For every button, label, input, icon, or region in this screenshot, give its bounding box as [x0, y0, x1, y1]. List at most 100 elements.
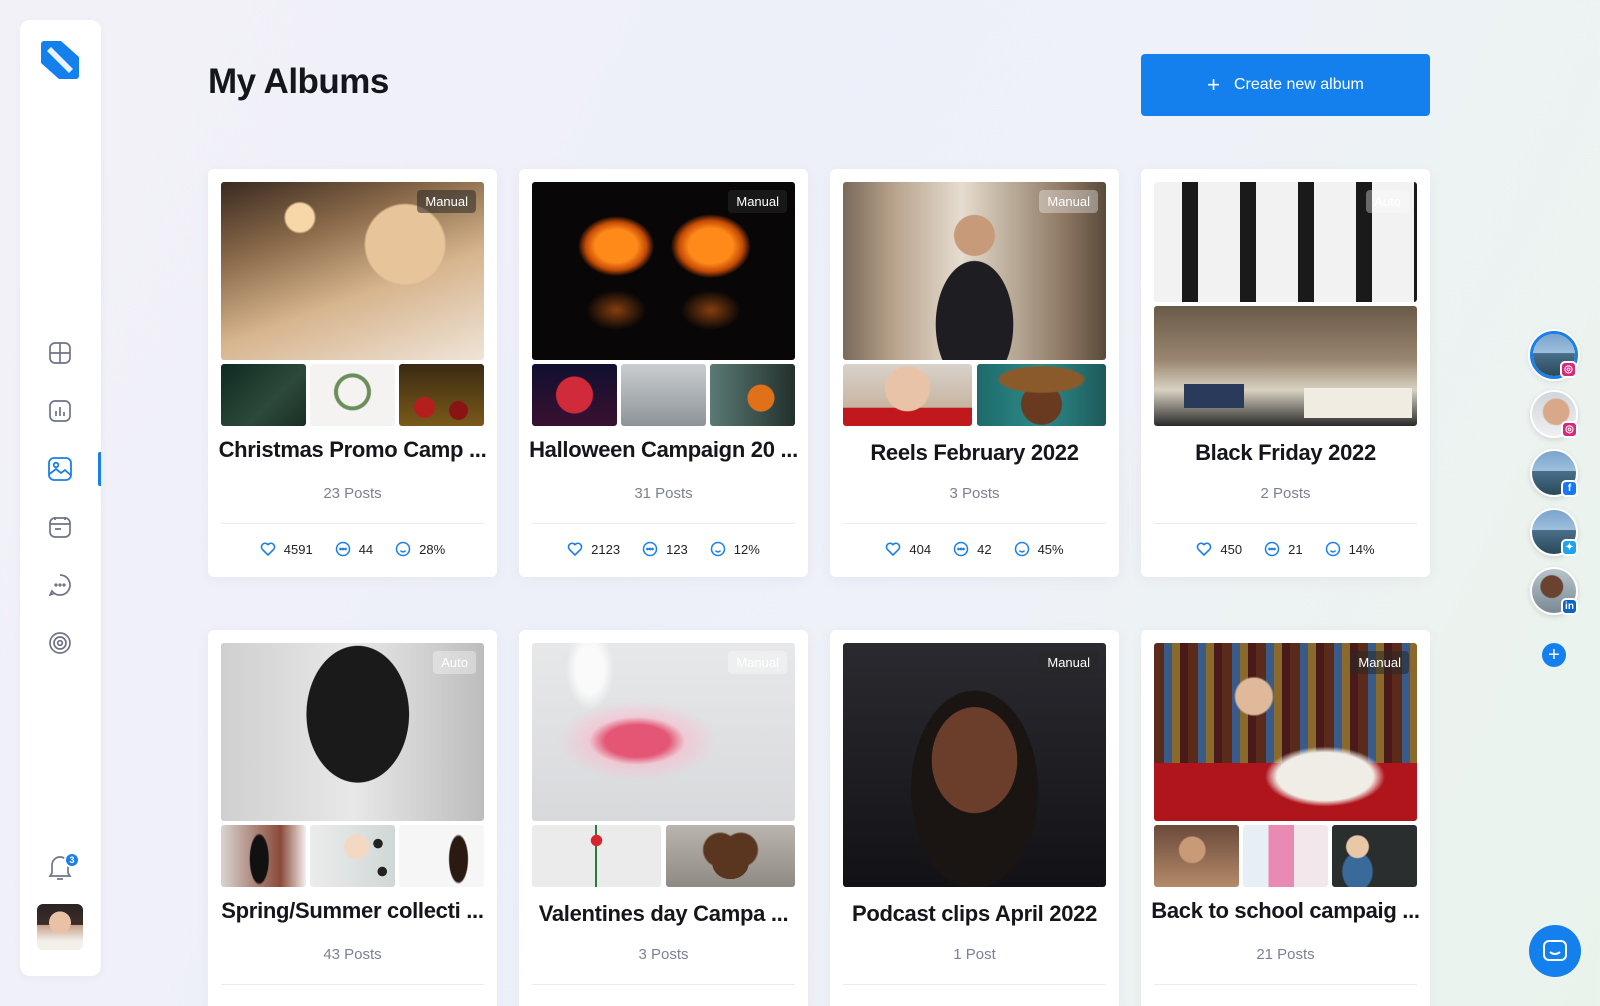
album-card[interactable]: Manual Podcast clips April 2022 1 Post — [830, 630, 1119, 1006]
album-card[interactable]: Manual Halloween Campaign 20 ... 31 Post… — [519, 169, 808, 577]
album-card[interactable]: Manual Valentines day Campa ... 3 Posts — [519, 630, 808, 1006]
smile-icon — [1325, 541, 1340, 557]
album-mode-badge: Manual — [728, 190, 787, 213]
divider — [221, 523, 484, 524]
create-album-label: Create new album — [1234, 76, 1364, 93]
record-sleeve — [1304, 388, 1412, 418]
album-thumb — [843, 364, 972, 426]
heart-icon — [886, 542, 901, 557]
nav-dashboard[interactable] — [46, 339, 74, 367]
twitter-icon: ✦ — [1561, 539, 1578, 556]
comment-icon — [642, 541, 658, 557]
album-mode-badge: Manual — [417, 190, 476, 213]
engagement-stat: 14% — [1325, 541, 1375, 557]
album-thumb — [221, 364, 306, 426]
album-card[interactable]: Manual Christmas Promo Camp ... 23 Posts… — [208, 169, 497, 577]
nav-targets[interactable] — [46, 629, 74, 657]
divider — [532, 523, 795, 524]
sidebar: 3 — [20, 20, 101, 976]
nav-albums[interactable] — [46, 455, 74, 483]
album-post-count: 2 Posts — [1260, 485, 1311, 502]
album-thumb — [977, 364, 1106, 426]
smile-icon — [710, 541, 726, 557]
plus-icon: + — [1207, 72, 1220, 97]
album-post-count: 31 Posts — [634, 485, 693, 502]
account-instagram-2[interactable]: ◎ — [1530, 390, 1578, 438]
likes-stat: 404 — [885, 541, 931, 557]
album-mode-badge: Manual — [1039, 190, 1098, 213]
account-instagram-1[interactable]: ◎ — [1530, 331, 1578, 379]
album-thumb — [221, 825, 306, 887]
album-title[interactable]: Podcast clips April 2022 — [830, 901, 1119, 927]
album-mode-badge: Auto — [1366, 190, 1409, 213]
album-mode-badge: Auto — [433, 651, 476, 674]
engagement-value: 28% — [419, 541, 446, 557]
create-album-button[interactable]: + Create new album — [1141, 54, 1430, 116]
add-account-button[interactable]: + — [1542, 643, 1566, 667]
album-title[interactable]: Black Friday 2022 — [1141, 440, 1430, 466]
album-thumb — [1332, 825, 1417, 887]
heart-icon — [260, 542, 276, 557]
smile-icon — [395, 541, 411, 557]
comments-value: 123 — [666, 541, 688, 557]
album-post-count: 21 Posts — [1256, 946, 1315, 963]
album-card[interactable]: Auto Black Friday 2022 2 Posts 450 21 14… — [1141, 169, 1430, 577]
account-facebook[interactable]: f — [1530, 449, 1578, 497]
user-avatar[interactable] — [37, 904, 83, 950]
comments-stat: 123 — [642, 541, 688, 557]
comment-icon — [1264, 541, 1280, 557]
album-thumb — [710, 364, 795, 426]
album-cover-image: Manual — [843, 643, 1106, 887]
comment-icon — [335, 541, 350, 557]
album-mode-badge: Manual — [1350, 651, 1409, 674]
engagement-value: 45% — [1037, 541, 1064, 557]
comments-stat: 21 — [1264, 541, 1303, 557]
divider — [1154, 523, 1417, 524]
instagram-icon: ◎ — [1561, 421, 1578, 438]
album-thumb — [310, 364, 395, 426]
smile-icon — [1014, 541, 1029, 557]
support-chat-button[interactable] — [1529, 925, 1581, 977]
engagement-stat: 28% — [395, 541, 445, 557]
engagement-value: 14% — [1348, 541, 1375, 557]
album-stats: 450 21 14% — [1141, 541, 1430, 557]
app-logo[interactable] — [41, 41, 79, 79]
album-mode-badge: Manual — [728, 651, 787, 674]
album-card[interactable]: Manual Reels February 2022 3 Posts 404 4… — [830, 169, 1119, 577]
chart-icon — [49, 400, 71, 422]
likes-stat: 4591 — [260, 541, 313, 557]
album-title[interactable]: Valentines day Campa ... — [519, 901, 808, 927]
nav-messages[interactable] — [46, 571, 74, 599]
nav-analytics[interactable] — [46, 397, 74, 425]
nav-calendar[interactable] — [46, 513, 74, 541]
album-cover-image: Manual — [1154, 643, 1417, 821]
album-card[interactable]: Manual Back to school campaig ... 21 Pos… — [1141, 630, 1430, 1006]
divider — [843, 984, 1106, 985]
album-title[interactable]: Back to school campaig ... — [1141, 898, 1430, 924]
account-twitter[interactable]: ✦ — [1530, 508, 1578, 556]
album-post-count: 23 Posts — [323, 485, 382, 502]
album-card[interactable]: Auto Spring/Summer collecti ... 43 Posts — [208, 630, 497, 1006]
chat-icon — [49, 574, 71, 596]
likes-value: 4591 — [283, 541, 313, 557]
album-post-count: 3 Posts — [638, 946, 689, 963]
comments-value: 44 — [358, 541, 374, 557]
album-thumb — [399, 825, 484, 887]
album-stats: 404 42 45% — [830, 541, 1119, 557]
divider — [532, 984, 795, 985]
album-title[interactable]: Christmas Promo Camp ... — [208, 437, 497, 463]
target-icon — [49, 632, 71, 654]
album-cover-image: Manual — [532, 643, 795, 821]
image-icon — [48, 457, 72, 481]
album-title[interactable]: Reels February 2022 — [830, 440, 1119, 466]
facebook-icon: f — [1561, 480, 1578, 497]
comments-value: 42 — [977, 541, 992, 557]
notification-badge: 3 — [64, 852, 80, 868]
instagram-icon: ◎ — [1560, 361, 1577, 378]
comments-value: 21 — [1288, 541, 1303, 557]
album-title[interactable]: Halloween Campaign 20 ... — [519, 437, 808, 463]
album-cover-image-2 — [1154, 306, 1417, 426]
album-cover-image: Manual — [532, 182, 795, 360]
account-linkedin[interactable]: in — [1530, 567, 1578, 615]
album-title[interactable]: Spring/Summer collecti ... — [208, 898, 497, 924]
